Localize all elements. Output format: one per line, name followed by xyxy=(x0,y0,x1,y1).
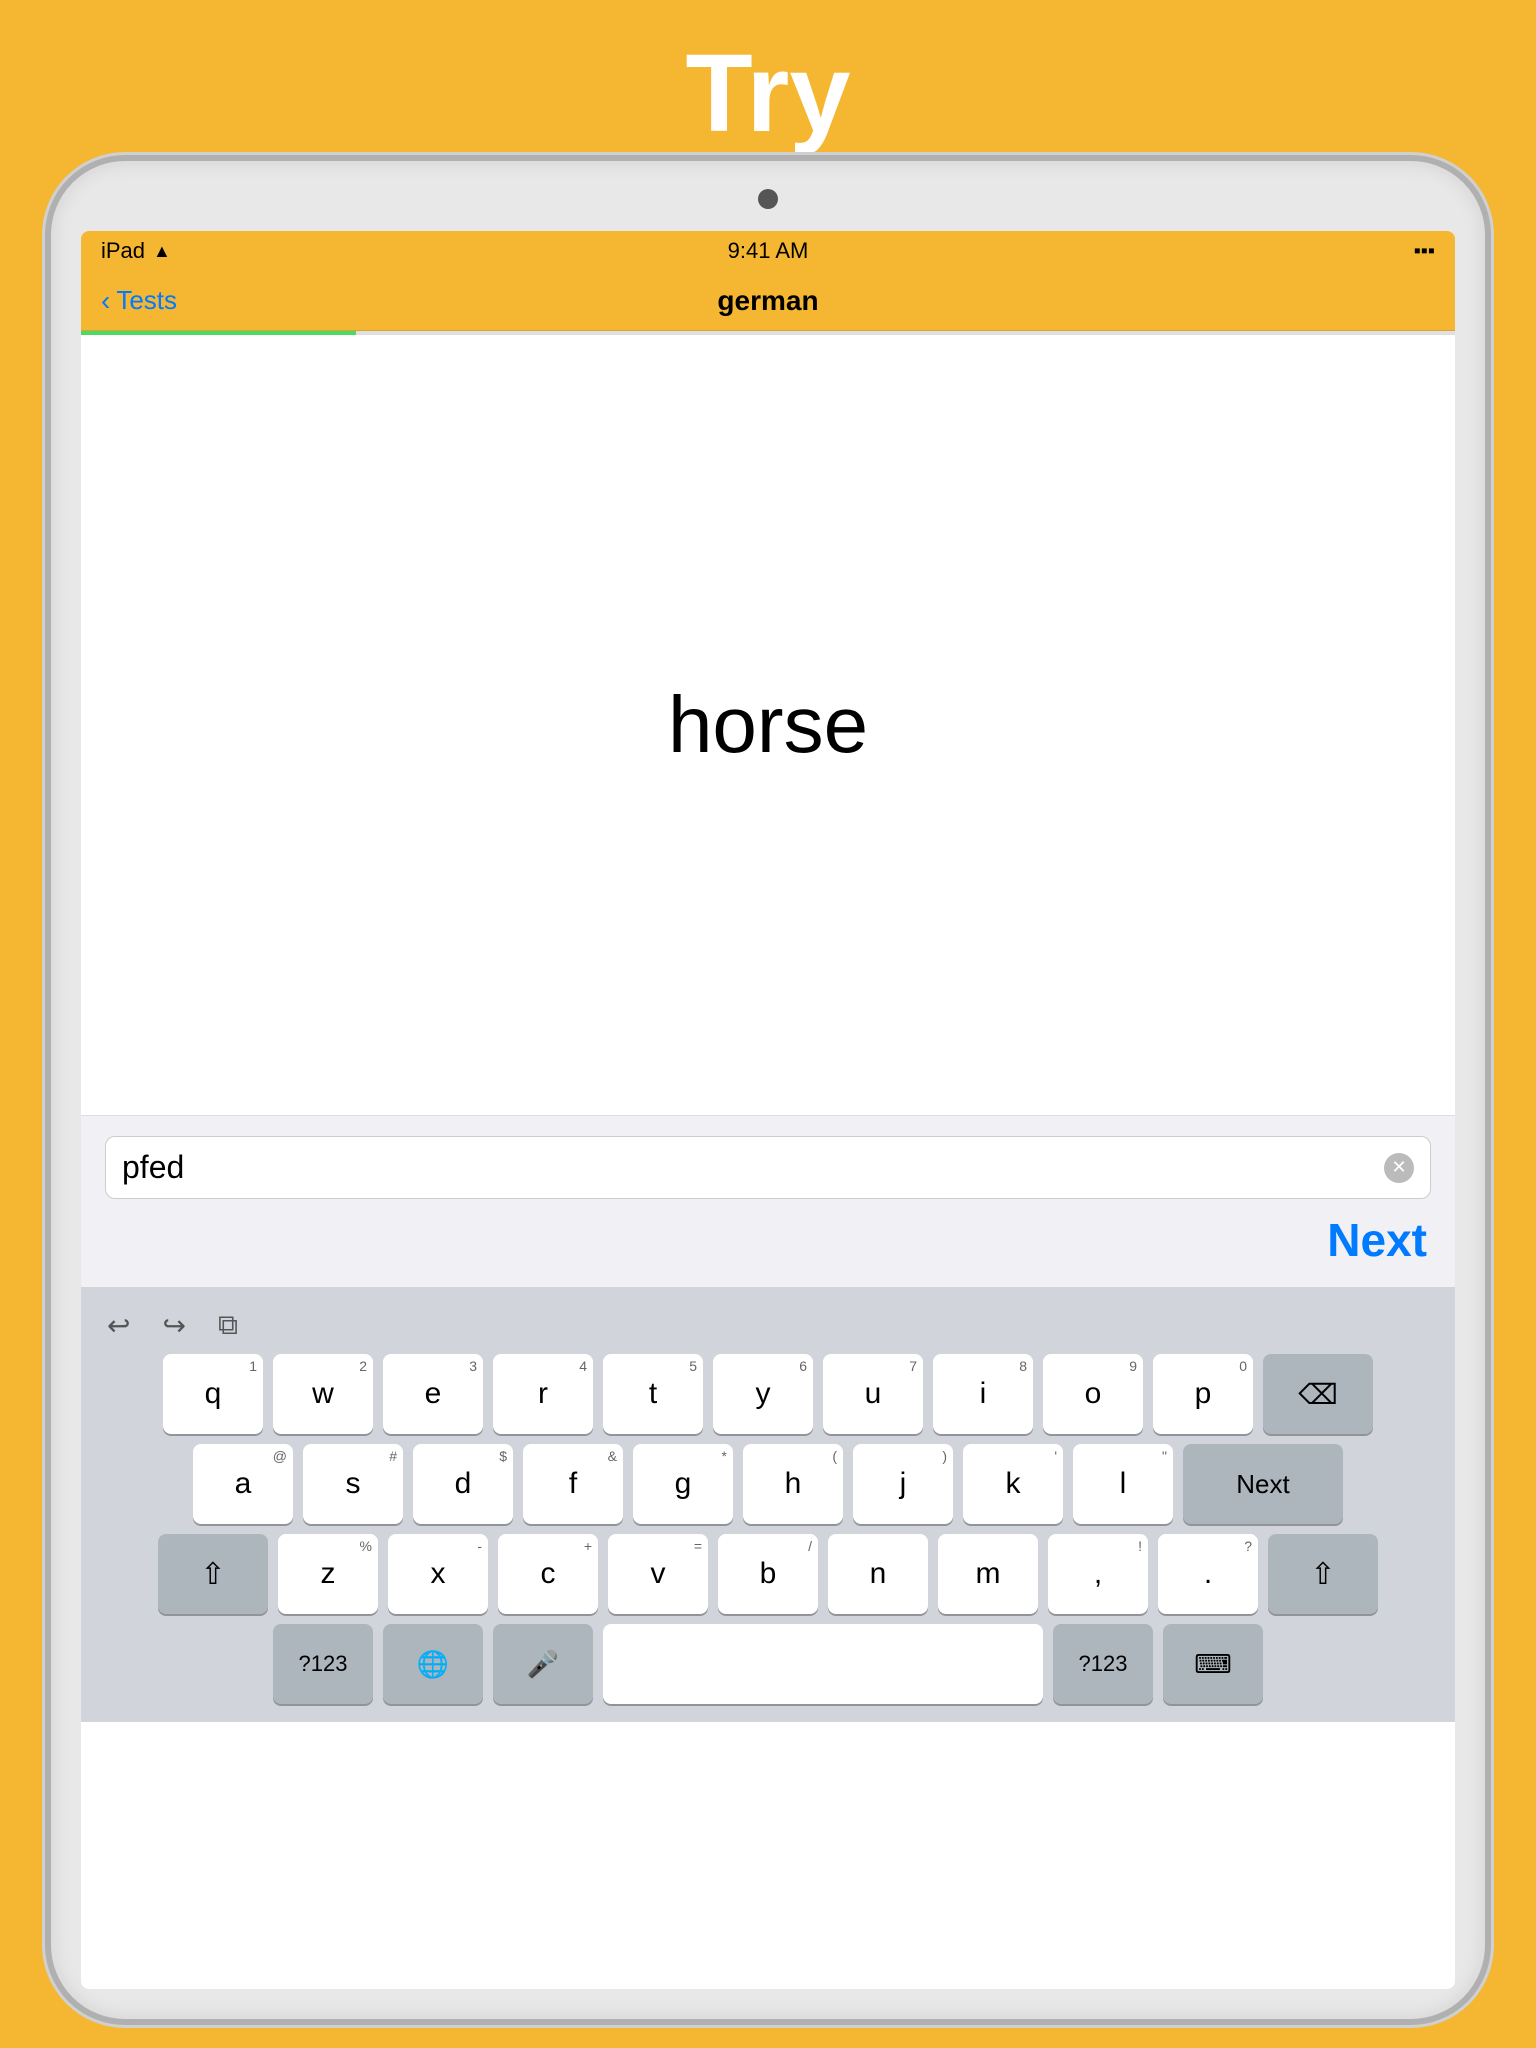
shift-left-key[interactable]: ⇧ xyxy=(158,1534,268,1614)
device-label: iPad xyxy=(101,238,145,264)
key-m[interactable]: m xyxy=(938,1534,1038,1614)
content-area: horse xyxy=(81,335,1455,1115)
back-chevron-icon: ‹ xyxy=(101,285,110,317)
num-switch-key[interactable]: ?123 xyxy=(273,1624,373,1704)
keyboard-row-4: ?123 🌐 🎤 ?123 ⌨ xyxy=(89,1624,1447,1712)
key-o[interactable]: 9o xyxy=(1043,1354,1143,1434)
status-bar: iPad ▲ 9:41 AM ▪▪▪ xyxy=(81,231,1455,271)
back-button[interactable]: ‹ Tests xyxy=(101,285,177,317)
key-v[interactable]: =v xyxy=(608,1534,708,1614)
nav-bar: ‹ Tests german xyxy=(81,271,1455,331)
next-key[interactable]: Next xyxy=(1183,1444,1343,1524)
keyboard-row-3: ⇧ %z -x +c =v /b n m !, ?. ⇧ xyxy=(89,1534,1447,1614)
key-r[interactable]: 4r xyxy=(493,1354,593,1434)
hide-keyboard-key[interactable]: ⌨ xyxy=(1163,1624,1263,1704)
key-u[interactable]: 7u xyxy=(823,1354,923,1434)
battery-icon: ▪▪▪ xyxy=(1414,240,1435,263)
key-g[interactable]: *g xyxy=(633,1444,733,1524)
key-s[interactable]: #s xyxy=(303,1444,403,1524)
page-title: Try xyxy=(0,0,1536,177)
key-b[interactable]: /b xyxy=(718,1534,818,1614)
undo-button[interactable]: ↩ xyxy=(99,1305,138,1346)
keyboard-row-2: @a #s $d &f *g (h )j 'k "l Next xyxy=(89,1444,1447,1524)
input-area: ✕ Next xyxy=(81,1115,1455,1287)
mic-key[interactable]: 🎤 xyxy=(493,1624,593,1704)
key-l[interactable]: "l xyxy=(1073,1444,1173,1524)
num-switch-key-2[interactable]: ?123 xyxy=(1053,1624,1153,1704)
key-period[interactable]: ?. xyxy=(1158,1534,1258,1614)
answer-input[interactable] xyxy=(122,1149,1384,1186)
progress-fill xyxy=(81,331,356,335)
keyboard-toolbar: ↩ ↪ ⧉ xyxy=(89,1297,1447,1354)
key-n[interactable]: n xyxy=(828,1534,928,1614)
key-a[interactable]: @a xyxy=(193,1444,293,1524)
redo-button[interactable]: ↪ xyxy=(154,1305,193,1346)
key-e[interactable]: 3e xyxy=(383,1354,483,1434)
space-key[interactable] xyxy=(603,1624,1043,1704)
globe-key[interactable]: 🌐 xyxy=(383,1624,483,1704)
key-j[interactable]: )j xyxy=(853,1444,953,1524)
keyboard-row-1: 1q 2w 3e 4r 5t 6y 7u 8i 9o 0p ⌫ xyxy=(89,1354,1447,1434)
key-x[interactable]: -x xyxy=(388,1534,488,1614)
camera xyxy=(758,189,778,209)
key-q[interactable]: 1q xyxy=(163,1354,263,1434)
status-time: 9:41 AM xyxy=(728,238,809,264)
progress-bar xyxy=(81,331,1455,335)
ipad-frame: iPad ▲ 9:41 AM ▪▪▪ ‹ Tests german ho xyxy=(45,155,1491,2025)
wifi-icon: ▲ xyxy=(153,241,171,262)
page-background: Try iPad ▲ 9:41 AM ▪▪▪ ‹ Tests german xyxy=(0,0,1536,2048)
key-t[interactable]: 5t xyxy=(603,1354,703,1434)
text-input-row: ✕ xyxy=(105,1136,1431,1199)
key-p[interactable]: 0p xyxy=(1153,1354,1253,1434)
shift-right-key[interactable]: ⇧ xyxy=(1268,1534,1378,1614)
clear-button[interactable]: ✕ xyxy=(1384,1153,1414,1183)
ipad-screen: iPad ▲ 9:41 AM ▪▪▪ ‹ Tests german ho xyxy=(81,231,1455,1989)
clear-icon: ✕ xyxy=(1391,1157,1406,1178)
key-i[interactable]: 8i xyxy=(933,1354,1033,1434)
key-d[interactable]: $d xyxy=(413,1444,513,1524)
back-label: Tests xyxy=(116,285,177,316)
nav-title: german xyxy=(717,285,818,317)
key-f[interactable]: &f xyxy=(523,1444,623,1524)
clipboard-button[interactable]: ⧉ xyxy=(210,1305,246,1346)
key-h[interactable]: (h xyxy=(743,1444,843,1524)
key-c[interactable]: +c xyxy=(498,1534,598,1614)
key-k[interactable]: 'k xyxy=(963,1444,1063,1524)
key-z[interactable]: %z xyxy=(278,1534,378,1614)
word-display: horse xyxy=(668,679,868,771)
key-w[interactable]: 2w xyxy=(273,1354,373,1434)
key-comma[interactable]: !, xyxy=(1048,1534,1148,1614)
next-button[interactable]: Next xyxy=(1327,1214,1427,1266)
backspace-key[interactable]: ⌫ xyxy=(1263,1354,1373,1434)
keyboard-area: ↩ ↪ ⧉ 1q 2w 3e 4r 5t 6y 7u 8i xyxy=(81,1287,1455,1722)
key-y[interactable]: 6y xyxy=(713,1354,813,1434)
